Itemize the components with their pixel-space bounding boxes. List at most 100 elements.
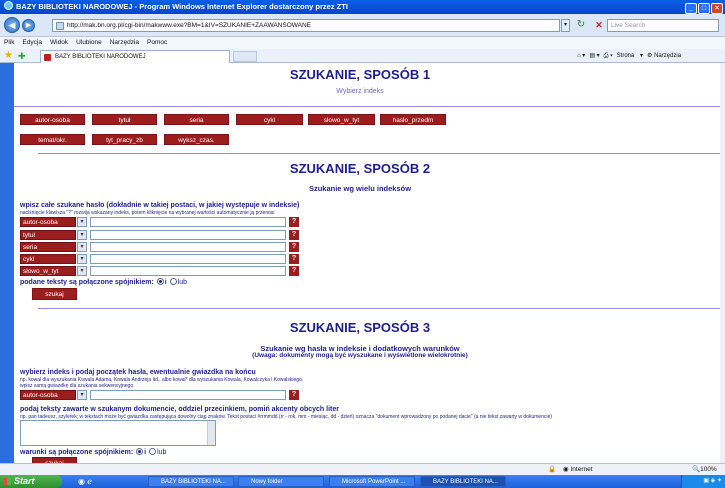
- favorites-bar: ★ ✚ BAZY BIBLIOTEKI NARODOWEJ ⌂ ▾ ▤ ▾ ⎙ ▾ S…: [0, 49, 725, 63]
- menu-item-widok[interactable]: Widok: [50, 39, 68, 46]
- address-bar: ◀ ▶ http://mak.bn.org.pl/cgi-bin/makwww.…: [0, 14, 725, 37]
- menu-item-pomoc[interactable]: Pomoc: [147, 39, 167, 46]
- stop-icon[interactable]: ✕: [592, 19, 606, 32]
- section2-subtitle: Szukanie wg wielu indeksów: [308, 184, 412, 193]
- select-index-5[interactable]: słowo_w_tyt: [20, 266, 76, 276]
- divider: [38, 308, 720, 309]
- chevron-down-icon[interactable]: ▾: [77, 217, 87, 227]
- url-dropdown-icon[interactable]: ▾: [561, 19, 570, 32]
- favorites-star-icon[interactable]: ★: [4, 50, 13, 62]
- menu-bar: Plik Edycja Widok Ulubione Narzędzia Pomoc: [0, 37, 725, 49]
- command-bar: ⌂ ▾ ▤ ▾ ⎙ ▾ Strona ▾ ⚙ Narzędzia: [577, 51, 689, 62]
- chevron-down-icon[interactable]: ▾: [77, 266, 87, 276]
- expand-index-button-4[interactable]: ?: [289, 254, 299, 264]
- taskbar-item-folder[interactable]: Nowy folder: [238, 476, 324, 487]
- section3-expand-index-button[interactable]: ?: [289, 390, 299, 400]
- search-term-input-2[interactable]: [90, 230, 286, 240]
- section2-title: SZUKANIE, SPOSÓB 2: [289, 161, 431, 176]
- window-title: BAZY BIBLIOTEKI NARODOWEJ - Program Wind…: [16, 2, 348, 11]
- section2-note: naciśnięcie klawisza "?" rozwija wskazan…: [20, 210, 275, 216]
- left-blue-border: [0, 63, 14, 463]
- index-button-wyksz-czas[interactable]: wyksz_czas.: [164, 134, 229, 145]
- search-term-input-3[interactable]: [90, 242, 286, 252]
- url-input[interactable]: http://mak.bn.org.pl/cgi-bin/makwww.exe?…: [52, 19, 560, 32]
- browser-tab[interactable]: BAZY BIBLIOTEKI NARODOWEJ: [40, 50, 230, 63]
- section3-title: SZUKANIE, SPOSÓB 3: [289, 320, 431, 335]
- menu-item-narzedzia[interactable]: Narzędzia: [110, 39, 139, 46]
- section3-instruction: wybierz indeks i podaj początek hasła, e…: [20, 369, 256, 376]
- new-tab-button[interactable]: [233, 51, 257, 62]
- print-icon[interactable]: ⎙ ▾: [604, 53, 613, 59]
- index-button-seria[interactable]: seria: [164, 114, 229, 125]
- section2-connector: podane teksty są połączone spójnikiem: i…: [20, 278, 188, 286]
- menu-item-ulubione[interactable]: Ulubione: [76, 39, 102, 46]
- start-button[interactable]: Start: [0, 475, 62, 488]
- minimize-button[interactable]: _: [685, 3, 697, 14]
- expand-index-button-5[interactable]: ?: [289, 266, 299, 276]
- or-radio[interactable]: [169, 278, 177, 285]
- index-button-haslo-przedm[interactable]: hasło_przedm: [380, 114, 446, 125]
- page-menu[interactable]: Strona ▾: [617, 53, 643, 59]
- expand-index-button-3[interactable]: ?: [289, 242, 299, 252]
- page-content: SZUKANIE, SPOSÓB 1 Wybierz indeks autor-…: [0, 63, 720, 463]
- section1-title: SZUKANIE, SPOSÓB 1: [289, 67, 431, 82]
- section3-select-index[interactable]: autor-osoba: [20, 390, 76, 400]
- refresh-icon[interactable]: ↻: [574, 19, 588, 32]
- or-radio[interactable]: [149, 448, 157, 455]
- index-button-autor-osoba[interactable]: autor-osoba: [20, 114, 85, 125]
- search-term-input-4[interactable]: [90, 254, 286, 264]
- index-button-temat-okr[interactable]: temat/okr.: [20, 134, 85, 145]
- section3-term-input[interactable]: [90, 390, 286, 400]
- taskbar-item-browser[interactable]: BAZY BIBLIOTEKI NA...: [148, 476, 234, 487]
- select-index-3[interactable]: seria: [20, 242, 76, 252]
- page-icon: [56, 22, 64, 30]
- and-radio[interactable]: [136, 448, 144, 455]
- window-titlebar: BAZY BIBLIOTEKI NARODOWEJ - Program Wind…: [0, 0, 725, 14]
- chevron-down-icon[interactable]: ▾: [77, 390, 87, 400]
- expand-index-button-1[interactable]: ?: [289, 217, 299, 227]
- section3-note2: wpisz samą gwiazdkę dla szukania sekwenc…: [20, 383, 134, 389]
- menu-item-edycja[interactable]: Edycja: [22, 39, 42, 46]
- windows-logo-icon: [3, 478, 11, 485]
- tab-favicon-icon: [44, 54, 51, 61]
- divider: [14, 106, 720, 107]
- add-favorite-icon[interactable]: ✚: [18, 50, 26, 62]
- forward-button[interactable]: ▶: [22, 19, 35, 32]
- tab-label: BAZY BIBLIOTEKI NARODOWEJ: [55, 54, 146, 60]
- index-button-cykl[interactable]: cykl: [236, 114, 303, 125]
- feeds-icon[interactable]: ▤ ▾: [589, 53, 599, 59]
- system-tray: ▣ ◈ ✦: [681, 475, 725, 488]
- select-index-4[interactable]: cykl: [20, 254, 76, 264]
- zone-indicator: ◉ Internet: [563, 466, 593, 473]
- search-term-input-5[interactable]: [90, 266, 286, 276]
- tools-menu[interactable]: ⚙ Narzędzia: [647, 53, 685, 59]
- home-icon[interactable]: ⌂ ▾: [577, 53, 585, 59]
- taskbar-item-powerpoint[interactable]: Microsoft PowerPoint ...: [329, 476, 415, 487]
- close-button[interactable]: ×: [711, 3, 723, 14]
- select-index-2[interactable]: tytuł: [20, 230, 76, 240]
- select-index-1[interactable]: autor-osoba: [20, 217, 76, 227]
- index-button-tyt-pracy-zb[interactable]: tyt_pracy_zb: [92, 134, 157, 145]
- chevron-down-icon[interactable]: ▾: [77, 254, 87, 264]
- taskbar-item-browser-active[interactable]: BAZY BIBLIOTEKI NA...: [420, 476, 506, 487]
- quick-launch-icons[interactable]: ◉ ℯ: [78, 477, 92, 486]
- conditions-textarea[interactable]: [20, 420, 216, 446]
- index-button-slowo-w-tyt[interactable]: słowo_w_tyt: [308, 114, 375, 125]
- maximize-button[interactable]: □: [698, 3, 710, 14]
- zoom-level[interactable]: 🔍100%: [692, 464, 717, 475]
- expand-index-button-2[interactable]: ?: [289, 230, 299, 240]
- search-term-input-1[interactable]: [90, 217, 286, 227]
- page-scrollbar[interactable]: [720, 63, 725, 463]
- menu-item-plik[interactable]: Plik: [4, 39, 14, 46]
- section2-search-button[interactable]: szukaj: [32, 288, 77, 300]
- back-button[interactable]: ◀: [4, 17, 20, 33]
- divider: [38, 153, 720, 154]
- section3-instruction2: podaj teksty zawarte w szukanym dokumenc…: [20, 406, 339, 413]
- search-input[interactable]: Live Search: [607, 19, 719, 32]
- chevron-down-icon[interactable]: ▾: [77, 242, 87, 252]
- chevron-down-icon[interactable]: ▾: [77, 230, 87, 240]
- textarea-scrollbar[interactable]: [207, 421, 215, 445]
- index-button-tytul[interactable]: tytuł: [92, 114, 157, 125]
- status-bar: 🔒 ◉ Internet 🔍100%: [0, 463, 725, 475]
- and-radio[interactable]: [156, 278, 164, 285]
